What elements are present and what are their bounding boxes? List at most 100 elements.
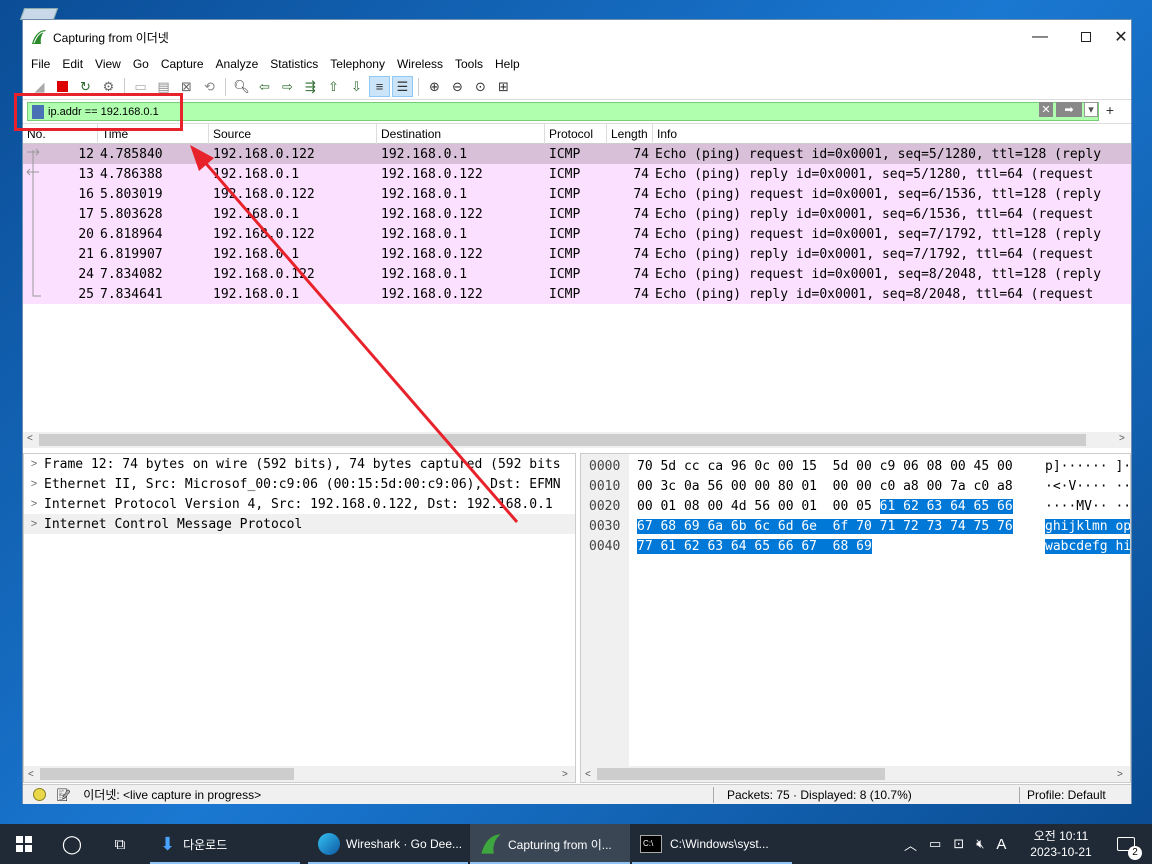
go-to-packet-icon[interactable]: ⇶ [300,76,321,97]
zoom-out-icon[interactable]: ⊖ [447,76,468,97]
column-protocol[interactable]: Protocol [545,124,607,144]
menu-tools[interactable]: Tools [451,57,491,71]
go-first-icon[interactable]: ⇧ [323,76,344,97]
save-file-icon[interactable]: ▤ [153,76,174,97]
maximize-button[interactable] [1063,20,1109,54]
task-view-icon[interactable]: ⧉ [100,824,140,864]
ime-indicator[interactable]: A [996,836,1006,853]
menu-capture[interactable]: Capture [157,57,212,71]
main-toolbar: ◢ ↻ ⚙ ▭ ▤ ⊠ ⟲ 🔍︎ ⇦ ⇨ ⇶ ⇧ ⇩ ≡ ☰ ⊕ ⊖ ⊙ ⊞ [23,74,1131,100]
shark-fin-start-icon[interactable]: ◢ [29,76,50,97]
scroll-right-icon[interactable]: > [1117,769,1123,780]
chevron-right-icon[interactable]: > [24,478,44,490]
table-row[interactable]: 17 5.803628 192.168.0.1 192.168.0.122 ICMP 74… [23,204,1131,224]
clock[interactable]: 오전 10:11 2023-10-21 [1022,824,1100,864]
filter-text[interactable]: ip.addr == 192.168.0.1 [48,106,159,118]
taskbar-item-cmd[interactable]: C:\ C:\Windows\syst... [632,824,792,864]
table-row[interactable]: 20 6.818964 192.168.0.122 192.168.0.1 ICMP 74… [23,224,1131,244]
taskbar-item-wireshark[interactable]: Capturing from 이... [470,824,630,864]
chevron-right-icon[interactable]: > [24,458,44,470]
detail-icmp[interactable]: > Internet Control Message Protocol [24,514,575,534]
column-source[interactable]: Source [209,124,377,144]
scrollbar-thumb[interactable] [39,434,1086,446]
table-row[interactable]: 12 4.785840 192.168.0.122 192.168.0.1 ICMP 74… [23,144,1131,164]
title-bar[interactable]: Capturing from 이더넷 [23,20,1131,54]
expert-info-led-icon[interactable] [33,788,46,801]
filter-dropdown-icon[interactable]: ▾ [1084,102,1098,117]
table-row[interactable]: 25 7.834641 192.168.0.1 192.168.0.122 ICMP 74… [23,284,1131,304]
close-button[interactable]: ✕ [1109,20,1133,54]
zoom-normal-icon[interactable]: ⊙ [470,76,491,97]
find-icon[interactable]: 🔍︎ [231,76,252,97]
menu-edit[interactable]: Edit [58,57,91,71]
scroll-left-icon[interactable]: < [585,769,591,780]
menu-statistics[interactable]: Statistics [266,57,326,71]
menu-view[interactable]: View [91,57,129,71]
apply-filter-icon[interactable]: ➡ [1056,102,1082,117]
table-row[interactable]: 16 5.803019 192.168.0.122 192.168.0.1 ICMP 74… [23,184,1131,204]
close-file-icon[interactable]: ⊠ [176,76,197,97]
capture-comment-icon[interactable]: 📝︎ [56,788,71,802]
search-icon[interactable]: ◯ [50,824,94,864]
byte-row[interactable]: 0010 00 3c 0a 56 00 00 80 01 00 00 c0 a8 … [581,476,1130,496]
scroll-left-icon[interactable]: < [28,769,34,780]
detail-frame[interactable]: > Frame 12: 74 bytes on wire (592 bits), … [24,454,575,474]
byte-row[interactable]: 0040 77 61 62 63 64 65 66 67 68 69 wabcdef… [581,536,1130,556]
scroll-right-icon[interactable]: > [562,769,568,780]
resize-columns-icon[interactable]: ⊞ [493,76,514,97]
stop-icon[interactable] [52,76,73,97]
chevron-right-icon[interactable]: > [24,518,44,530]
go-forward-icon[interactable]: ⇨ [277,76,298,97]
restart-icon[interactable]: ↻ [75,76,96,97]
start-button[interactable] [0,824,48,864]
menu-file[interactable]: File [27,57,58,71]
zoom-in-icon[interactable]: ⊕ [424,76,445,97]
reload-icon[interactable]: ⟲ [199,76,220,97]
go-last-icon[interactable]: ⇩ [346,76,367,97]
byte-row[interactable]: 0020 00 01 08 00 4d 56 00 01 00 05 61 62 … [581,496,1130,516]
column-time[interactable]: Time [98,124,209,144]
byte-row[interactable]: 0030 67 68 69 6a 6b 6c 6d 6e 6f 70 71 72 … [581,516,1130,536]
open-file-icon[interactable]: ▭ [130,76,151,97]
network-icon[interactable]: ⊡ [953,836,964,852]
scroll-left-icon[interactable]: < [27,433,33,444]
go-back-icon[interactable]: ⇦ [254,76,275,97]
clear-filter-icon[interactable]: ✕ [1039,102,1053,117]
menu-telephony[interactable]: Telephony [326,57,393,71]
column-length[interactable]: Length [607,124,653,144]
menu-go[interactable]: Go [129,57,157,71]
display-filter-input[interactable]: ip.addr == 192.168.0.1 [27,102,1099,121]
table-row[interactable]: 24 7.834082 192.168.0.122 192.168.0.1 ICMP 74… [23,264,1131,284]
notification-center-icon[interactable]: 2 [1108,824,1144,864]
profile-label[interactable]: Profile: Default [1027,788,1106,802]
column-no[interactable]: No. [23,124,98,144]
minimize-button[interactable]: — [1017,20,1063,54]
bookmark-icon[interactable] [32,104,44,119]
chevron-right-icon[interactable]: > [24,498,44,510]
detail-ipv4[interactable]: > Internet Protocol Version 4, Src: 192.1… [24,494,575,514]
volume-muted-icon[interactable]: 🔇︎ [976,836,984,852]
autoscroll-icon[interactable]: ≡ [369,76,390,97]
detail-ethernet[interactable]: > Ethernet II, Src: Microsof_00:c9:06 (00… [24,474,575,494]
taskbar-item-downloads[interactable]: ⬇ 다운로드 [150,824,300,864]
scroll-right-icon[interactable]: > [1119,433,1125,444]
menu-wireless[interactable]: Wireless [393,57,451,71]
column-info[interactable]: Info [653,124,1131,144]
options-gear-icon[interactable]: ⚙ [98,76,119,97]
details-hscrollbar[interactable]: < > [24,766,575,782]
battery-icon[interactable]: ▭ [929,836,941,852]
scrollbar-thumb[interactable] [40,768,294,780]
show-hidden-icons-chevron-up-icon[interactable]: ︿ [904,835,917,854]
byte-row[interactable]: 0000 70 5d cc ca 96 0c 00 15 5d 00 c9 06 … [581,456,1130,476]
menu-help[interactable]: Help [491,57,528,71]
table-row[interactable]: 21 6.819907 192.168.0.1 192.168.0.122 ICMP 74… [23,244,1131,264]
taskbar-item-edge[interactable]: Wireshark · Go Dee... [308,824,468,864]
colorize-icon[interactable]: ☰ [392,76,413,97]
scrollbar-thumb[interactable] [597,768,885,780]
table-row[interactable]: 13 4.786388 192.168.0.1 192.168.0.122 ICMP 74… [23,164,1131,184]
packet-list-hscrollbar[interactable]: < > [23,432,1131,448]
add-filter-button[interactable]: + [1103,102,1117,118]
menu-analyze[interactable]: Analyze [212,57,267,71]
column-destination[interactable]: Destination [377,124,545,144]
bytes-hscrollbar[interactable]: < > [581,766,1130,782]
